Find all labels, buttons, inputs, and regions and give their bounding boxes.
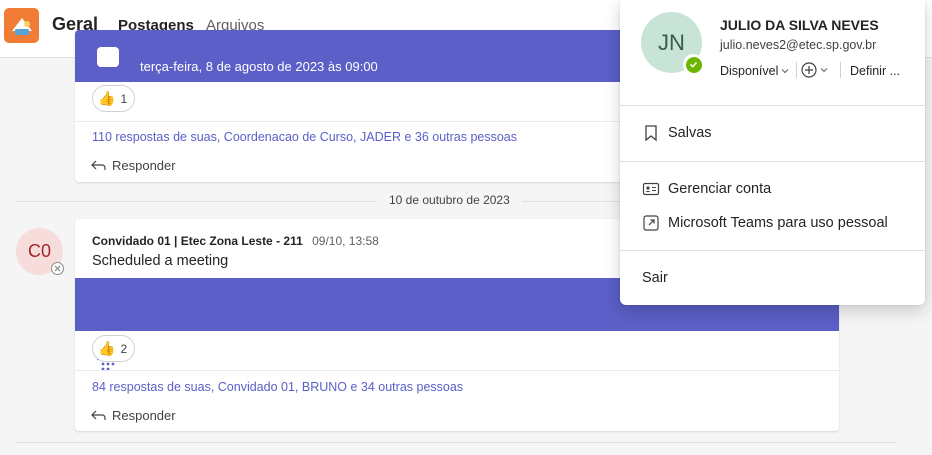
meeting-title: Palestra Carreiras em TI <box>140 348 293 364</box>
presence-dropdown[interactable]: Disponível <box>720 64 789 78</box>
message-header: Convidado 01 | Etec Zona Leste - 211 09/… <box>92 234 379 248</box>
menu-item-sign-out[interactable]: Sair <box>642 270 668 286</box>
reaction-chip[interactable]: 👍 2 <box>92 335 136 362</box>
status-message-button[interactable] <box>800 61 828 79</box>
team-logo-icon <box>11 17 32 35</box>
meeting-date: terça-feira, 8 de agosto de 2023 às 09:0… <box>140 59 378 74</box>
more-options-icon[interactable] <box>802 360 818 366</box>
menu-item-label: Salvas <box>668 125 712 141</box>
team-logo[interactable] <box>4 8 39 43</box>
thumbs-up-icon: 👍 <box>98 340 116 356</box>
divider <box>620 161 925 162</box>
message-timestamp: 09/10, 13:58 <box>312 234 379 248</box>
reply-label: Responder <box>112 158 176 173</box>
calendar-icon <box>97 47 119 67</box>
date-separator-label: 10 de outubro de 2023 <box>377 193 522 207</box>
sender-name[interactable]: Convidado 01 | Etec Zona Leste - 211 <box>92 234 303 248</box>
id-card-icon <box>642 182 660 196</box>
reaction-count: 2 <box>120 341 128 356</box>
divider <box>620 105 925 106</box>
add-status-icon <box>801 62 817 78</box>
divider <box>75 370 839 371</box>
menu-item-label: Microsoft Teams para uso pessoal <box>668 215 888 231</box>
chevron-down-icon <box>782 69 789 74</box>
reply-button[interactable]: Responder <box>90 158 176 173</box>
reply-arrow-icon <box>91 160 106 170</box>
user-name: JULIO DA SILVA NEVES <box>720 17 879 33</box>
available-indicator <box>685 56 702 73</box>
reaction-count: 1 <box>120 91 128 106</box>
replies-summary-link[interactable]: 84 respostas de suas, Convidado 01, BRUN… <box>92 380 463 394</box>
profile-popup: JN JULIO DA SILVA NEVES julio.neves2@ete… <box>620 0 925 305</box>
user-email: julio.neves2@etec.sp.gov.br <box>720 38 877 52</box>
replies-summary-link[interactable]: 110 respostas de suas, Coordenacao de Cu… <box>92 130 517 144</box>
thumbs-up-icon: 👍 <box>98 90 116 106</box>
offline-status-icon <box>51 262 64 275</box>
divider <box>16 442 896 443</box>
reply-arrow-icon <box>91 410 106 420</box>
presence-label: Disponível <box>720 64 779 78</box>
divider <box>796 62 797 78</box>
close-icon <box>54 265 61 272</box>
divider <box>840 62 841 78</box>
set-status-button[interactable]: Definir ... <box>850 64 900 78</box>
menu-item-saved[interactable]: Salvas <box>642 124 712 142</box>
menu-item-manage-account[interactable]: Gerenciar conta <box>642 180 771 198</box>
external-link-icon <box>643 215 659 231</box>
reply-label: Responder <box>112 408 176 423</box>
divider <box>620 250 925 251</box>
message-text: Scheduled a meeting <box>92 253 229 269</box>
menu-item-label: Sair <box>642 270 668 286</box>
reply-button[interactable]: Responder <box>90 408 176 423</box>
reaction-chip[interactable]: 👍 1 <box>92 85 136 112</box>
presence-status-icon <box>683 54 704 75</box>
checkmark-icon <box>690 62 698 68</box>
bookmark-icon <box>645 125 657 142</box>
menu-item-label: Gerenciar conta <box>668 181 772 197</box>
chevron-down-icon <box>820 68 828 73</box>
menu-item-personal-teams[interactable]: Microsoft Teams para uso pessoal <box>642 214 888 232</box>
